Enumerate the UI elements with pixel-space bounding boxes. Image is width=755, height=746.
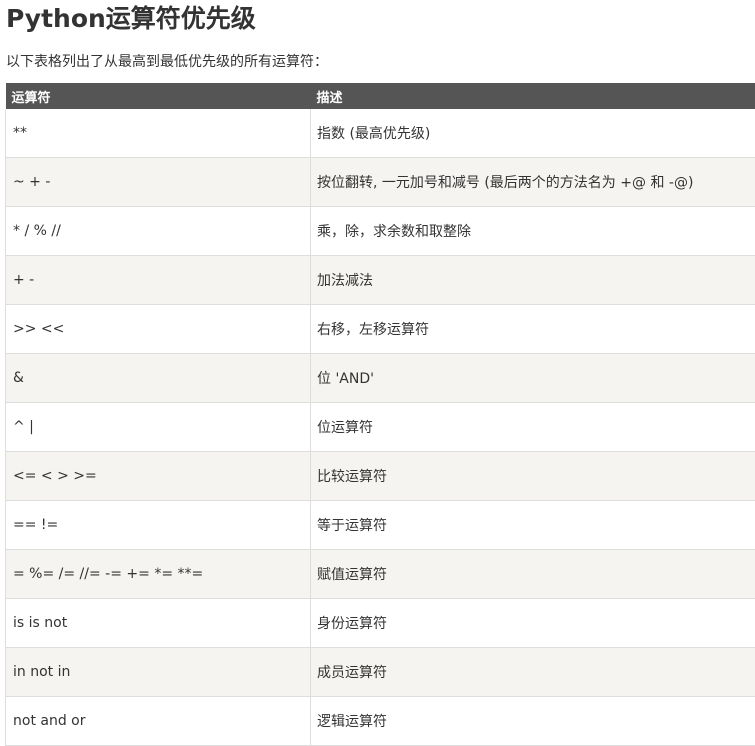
table-row: + - 加法减法: [6, 256, 755, 305]
operator-cell: * / % //: [6, 207, 311, 256]
operator-cell: in not in: [6, 648, 311, 697]
operator-cell: <= < > >=: [6, 452, 311, 501]
description-cell: 乘，除，求余数和取整除: [311, 207, 755, 256]
operator-cell: + -: [6, 256, 311, 305]
table-row: ~ + - 按位翻转, 一元加号和减号 (最后两个的方法名为 +@ 和 -@): [6, 158, 755, 207]
table-header: 运算符 描述: [6, 83, 755, 109]
operator-cell: &: [6, 354, 311, 403]
description-cell: 加法减法: [311, 256, 755, 305]
table-row: is is not 身份运算符: [6, 599, 755, 648]
intro-text: 以下表格列出了从最高到最低优先级的所有运算符：: [6, 52, 328, 72]
table-row: * / % // 乘，除，求余数和取整除: [6, 207, 755, 256]
operator-cell: == !=: [6, 501, 311, 550]
operator-cell: **: [6, 109, 311, 158]
operator-cell: is is not: [6, 599, 311, 648]
page-title: Python运算符优先级: [6, 2, 256, 36]
description-cell: 指数 (最高优先级): [311, 109, 755, 158]
operator-cell: not and or: [6, 697, 311, 746]
table-row: ** 指数 (最高优先级): [6, 109, 755, 158]
operator-cell: = %= /= //= -= += *= **=: [6, 550, 311, 599]
description-cell: 成员运算符: [311, 648, 755, 697]
description-cell: 位运算符: [311, 403, 755, 452]
description-cell: 身份运算符: [311, 599, 755, 648]
table-row: <= < > >= 比较运算符: [6, 452, 755, 501]
table-row: in not in 成员运算符: [6, 648, 755, 697]
operator-cell: >> <<: [6, 305, 311, 354]
table-body: ** 指数 (最高优先级) ~ + - 按位翻转, 一元加号和减号 (最后两个的…: [6, 109, 755, 746]
table-row: = %= /= //= -= += *= **= 赋值运算符: [6, 550, 755, 599]
description-cell: 按位翻转, 一元加号和减号 (最后两个的方法名为 +@ 和 -@): [311, 158, 755, 207]
header-operator: 运算符: [6, 83, 311, 109]
header-description: 描述: [311, 83, 755, 109]
description-cell: 赋值运算符: [311, 550, 755, 599]
table-row: ^ | 位运算符: [6, 403, 755, 452]
table-header-row: 运算符 描述: [6, 83, 755, 109]
operator-cell: ^ |: [6, 403, 311, 452]
table-row: >> << 右移，左移运算符: [6, 305, 755, 354]
table-row: not and or 逻辑运算符: [6, 697, 755, 746]
table-row: == != 等于运算符: [6, 501, 755, 550]
description-cell: 比较运算符: [311, 452, 755, 501]
operator-cell: ~ + -: [6, 158, 311, 207]
table-row: & 位 'AND': [6, 354, 755, 403]
description-cell: 右移，左移运算符: [311, 305, 755, 354]
description-cell: 等于运算符: [311, 501, 755, 550]
description-cell: 逻辑运算符: [311, 697, 755, 746]
operator-precedence-table: 运算符 描述 ** 指数 (最高优先级) ~ + - 按位翻转, 一元加号和减号…: [5, 83, 755, 746]
description-cell: 位 'AND': [311, 354, 755, 403]
